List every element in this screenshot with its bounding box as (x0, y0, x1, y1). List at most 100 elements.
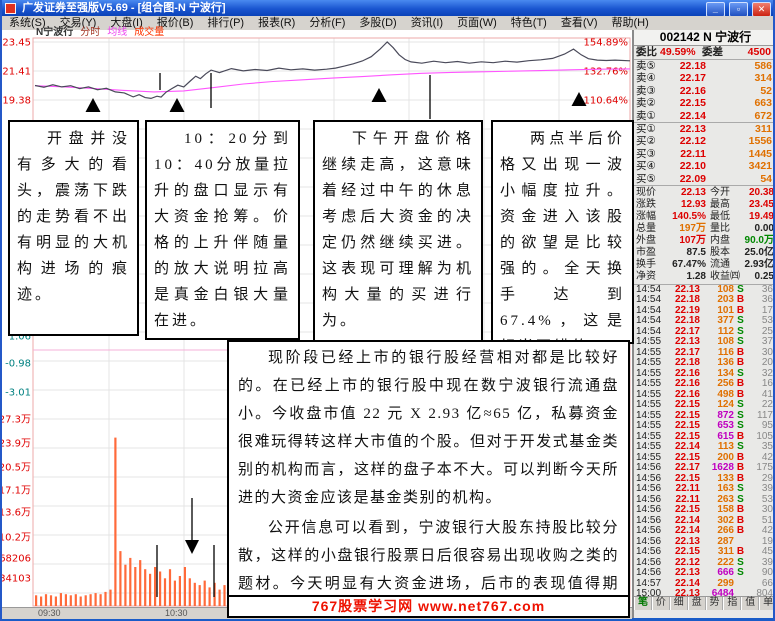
level-price: 22.12 (679, 135, 706, 148)
panel-tabs: 笔价细盘势指值单 (634, 596, 773, 610)
stat-value: 107万 (679, 234, 706, 246)
menu-item[interactable]: 查看(V) (554, 16, 605, 30)
level-price: 22.14 (679, 109, 706, 122)
level-volume: 3421 (748, 160, 772, 173)
level-volume: 311 (755, 122, 772, 135)
level-label: 买④ (636, 160, 656, 173)
panel-tab-笔[interactable]: 笔 (634, 597, 652, 610)
level-volume: 52 (760, 84, 772, 97)
level-volume: 1556 (748, 135, 772, 148)
panel-tab-值[interactable]: 值 (741, 597, 760, 610)
level-price: 22.17 (679, 72, 706, 85)
annotation-paragraph: 公开信息可以看到，宁波银行大股东持股比较分散，这样的小盘银行股票日后很容易出现收… (238, 520, 619, 592)
svg-text:23.45: 23.45 (2, 38, 31, 49)
stat-label: 涨幅 (636, 210, 656, 222)
bid-row: 买② 22.12 1556 (634, 135, 773, 148)
annotation-box-1: 开盘并没有多大的看头，震荡下跌的走势看不出有明显的大机构进场的痕迹。 (8, 120, 139, 336)
level-volume: 663 (754, 97, 772, 110)
stat-label: 内盘 (710, 234, 730, 246)
svg-text:-0.98: -0.98 (5, 359, 31, 370)
tick-list[interactable]: 14:54 22.13 108 S 36 14:54 22.18 203 B 36 14:54 22.… (634, 285, 773, 600)
level-price: 22.13 (679, 122, 706, 135)
stat-label: 量比 (710, 222, 730, 234)
annotation-text: 两点半后价格又出现一波小幅度拉升。资金进入该股的欲望是比较强的。全天换手达到 6… (500, 131, 625, 342)
stat-value: 25.0亿 (744, 246, 774, 258)
svg-text:154.89%: 154.89% (584, 38, 629, 49)
weibi-label: 委比 (636, 46, 657, 58)
svg-text:23.9万: 23.9万 (2, 439, 31, 450)
level-volume: 586 (754, 60, 772, 72)
stat-label: 今开 (710, 186, 730, 198)
down-arrow-marker (185, 540, 199, 554)
level-label: 卖② (636, 97, 656, 110)
stat-label: 最低 (710, 210, 730, 222)
weibi-value: 49.59% (660, 46, 696, 58)
level-price: 22.15 (679, 97, 706, 110)
svg-text:27.3万: 27.3万 (2, 415, 31, 426)
stat-label: 流通 (710, 258, 730, 270)
stat-value: 140.5% (672, 210, 706, 222)
legend-junxian: 均线 (107, 27, 128, 38)
panel-tab-单[interactable]: 单 (759, 597, 773, 610)
weicha-label: 委差 (702, 46, 723, 58)
menu-item[interactable]: 分析(F) (302, 16, 352, 30)
stat-row: 换手 67.47% 流通 2.93亿 (634, 258, 773, 271)
bid-row: 买③ 22.11 1445 (634, 147, 773, 160)
annotation-text: 下午开盘价格继续走高，这意味着经过中午的休息考虑后大资金的决定仍然继续买进。这表… (322, 131, 474, 329)
menu-item[interactable]: 报表(R) (251, 16, 302, 30)
level-price: 22.18 (679, 60, 706, 72)
svg-text:20.5万: 20.5万 (2, 463, 31, 474)
bid-row: 买① 22.13 311 (634, 122, 773, 135)
svg-text:10.2万: 10.2万 (2, 533, 31, 544)
menu-item[interactable]: 资讯(I) (404, 16, 450, 30)
svg-text:68206: 68206 (2, 554, 31, 565)
annotation-box-2: 10：20分到10：40分放量拉升的盘口显示有大资金抢筹。价格的上升伴随量的放大… (145, 120, 300, 340)
close-button[interactable]: ✕ (752, 2, 771, 17)
menu-item[interactable]: 多股(D) (352, 16, 403, 30)
time-tick: 09:30 (38, 608, 61, 618)
menu-item[interactable]: 排行(P) (200, 16, 251, 30)
annotation-box-4: 两点半后价格又出现一波小幅度拉升。资金进入该股的欲望是比较强的。全天换手达到 6… (491, 120, 634, 344)
ask-row: 卖② 22.15 663 (634, 97, 773, 110)
stock-title: 002142 N 宁波行 (634, 30, 773, 46)
bid-row: 买⑤ 22.09 54 (634, 172, 773, 185)
menu-item[interactable]: 特色(T) (504, 16, 554, 30)
stat-value: 0.25 (754, 270, 774, 282)
tick-flag: S (737, 567, 744, 579)
stat-value: 20.38 (748, 186, 774, 198)
level-label: 买⑤ (636, 172, 656, 185)
panel-tab-价[interactable]: 价 (651, 597, 670, 610)
stat-value: 0.00 (754, 222, 774, 234)
stock-stats: 现价 22.13 今开 20.38 涨跌 12.93 最高 23.45 涨幅 140.5% 最低 19… (634, 186, 774, 285)
level-volume: 672 (754, 109, 772, 122)
panel-tab-指[interactable]: 指 (723, 597, 742, 610)
stat-value: 22.13 (680, 186, 706, 198)
level-label: 卖① (636, 109, 656, 122)
menu-item[interactable]: 帮助(H) (605, 16, 656, 30)
watermark-text: 767股票学习网 www.net767.com (311, 598, 546, 614)
panel-tab-细[interactable]: 细 (669, 597, 688, 610)
weibi-row: 委比 49.59% 委差 4500 (634, 46, 773, 60)
level-label: 卖③ (636, 84, 656, 97)
title-bar[interactable]: 广发证券至强版V5.69 - [组合图-N 宁波行] _ ▫ ✕ (2, 0, 773, 17)
minimize-button[interactable]: _ (705, 2, 725, 17)
level-price: 22.11 (680, 147, 706, 160)
tick-flag: B (736, 525, 745, 537)
panel-tab-势[interactable]: 势 (705, 597, 724, 610)
maximize-button[interactable]: ▫ (728, 2, 748, 17)
menu-item[interactable]: 页面(W) (450, 16, 504, 30)
svg-text:34103: 34103 (2, 574, 31, 585)
level-volume: 314 (754, 72, 772, 85)
weicha-value: 4500 (747, 46, 771, 58)
stat-value: 87.5 (686, 246, 706, 258)
bid-levels: 买① 22.13 311 买② 22.12 1556 买③ 22.11 1445 买④ 22.10 3… (634, 122, 773, 186)
level-label: 卖⑤ (636, 60, 656, 72)
level-price: 22.09 (679, 172, 706, 185)
annotation-box-3: 下午开盘价格继续走高，这意味着经过中午的休息考虑后大资金的决定仍然继续买进。这表… (313, 120, 483, 342)
svg-text:13.6万: 13.6万 (2, 508, 31, 519)
stat-value: 1.28 (686, 270, 706, 282)
stat-label: 涨跌 (636, 198, 656, 210)
level-label: 买③ (636, 147, 656, 160)
stat-row: 总量 197万 量比 0.00 (634, 222, 774, 235)
panel-tab-盘[interactable]: 盘 (687, 597, 706, 610)
